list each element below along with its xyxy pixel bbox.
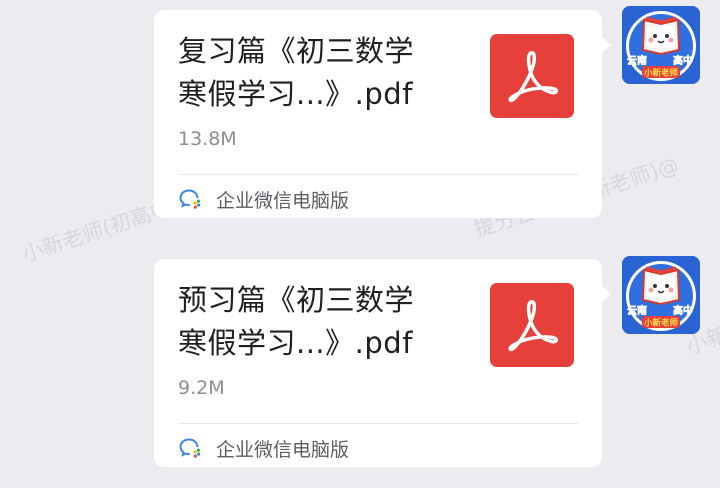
file-title-line2: 寒假学习...》.pdf: [178, 77, 413, 111]
cartoon-book-avatar: 云南 高中 小新老师: [622, 256, 700, 334]
avatar-text-right: 高中: [673, 304, 693, 317]
file-title[interactable]: 复习篇《初三数学 寒假学习...》.pdf: [178, 30, 468, 116]
file-title-line2: 寒假学习...》.pdf: [178, 326, 413, 360]
file-message[interactable]: 预习篇《初三数学 寒假学习...》.pdf 9.2M 企业微信电脑版: [154, 259, 611, 467]
cartoon-book-avatar: 云南 高中 小新老师: [622, 6, 700, 84]
avatar-text-bottom: 小新老师: [643, 68, 679, 78]
source-label: 企业微信电脑版: [216, 189, 350, 212]
avatar-text-left: 云南: [627, 54, 647, 67]
avatar[interactable]: 云南 高中 小新老师: [622, 256, 700, 334]
file-title-line1: 预习篇《初三数学: [178, 283, 415, 317]
pdf-icon[interactable]: [490, 34, 574, 118]
source-row: 企业微信电脑版: [178, 184, 349, 214]
watermark-1: 小新老师(初高中: [19, 195, 175, 267]
chat-window: 小新老师(初高中 提分咨询)(小新老师)@ 小新老师(初 小新 复习篇《初三数学…: [0, 0, 720, 488]
avatar-text-right: 高中: [673, 54, 693, 67]
file-size: 9.2M: [178, 377, 225, 399]
acrobat-icon: [508, 300, 559, 352]
acrobat-icon: [508, 51, 559, 103]
file-title-line1: 复习篇《初三数学: [178, 34, 415, 68]
file-message[interactable]: 复习篇《初三数学 寒假学习...》.pdf 13.8M 企业微信电脑版: [154, 10, 611, 218]
wecom-icon: [179, 189, 201, 209]
pdf-icon[interactable]: [490, 283, 574, 367]
divider: [178, 423, 578, 424]
avatar-text-bottom: 小新老师: [643, 318, 679, 328]
avatar-text-left: 云南: [627, 304, 647, 317]
avatar[interactable]: 云南 高中 小新老师: [622, 6, 700, 84]
file-title[interactable]: 预习篇《初三数学 寒假学习...》.pdf: [178, 279, 468, 365]
source-label: 企业微信电脑版: [216, 438, 350, 461]
wecom-icon: [179, 438, 201, 458]
divider: [178, 174, 578, 175]
file-bubble[interactable]: 复习篇《初三数学 寒假学习...》.pdf 13.8M 企业微信电脑版: [154, 10, 611, 218]
file-bubble[interactable]: 预习篇《初三数学 寒假学习...》.pdf 9.2M 企业微信电脑版: [154, 259, 611, 467]
file-size: 13.8M: [178, 128, 237, 150]
source-row: 企业微信电脑版: [178, 433, 349, 463]
